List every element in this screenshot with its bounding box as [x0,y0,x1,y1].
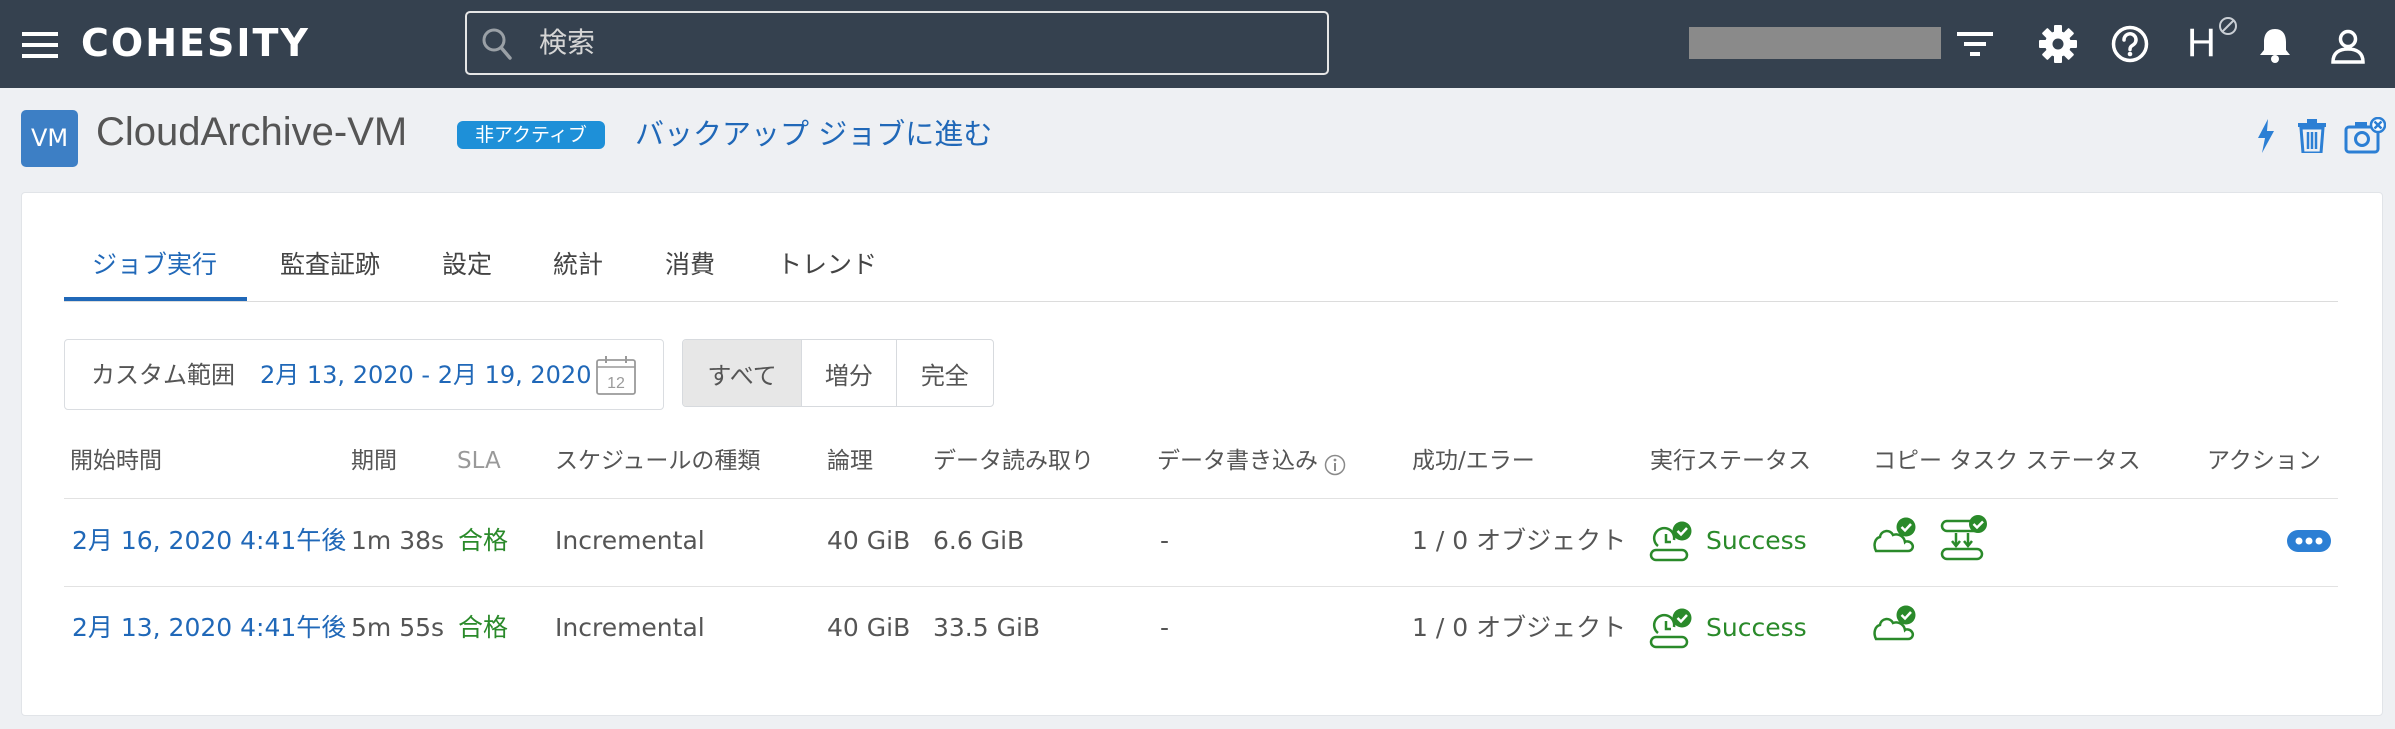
col-header-data-read[interactable]: データ読み取り [933,446,1094,476]
col-header-sla[interactable]: SLA [457,446,501,476]
col-header-success-errors[interactable]: 成功/エラー [1412,446,1535,476]
search-icon [482,28,512,60]
segment-full[interactable]: 完全 [897,340,993,406]
segment-incremental[interactable]: 増分 [802,340,897,406]
date-range-label: カスタム範囲 [91,361,235,389]
search-placeholder: 検索 [539,26,596,59]
backup-type-segmented-control: すべて 増分 完全 [682,339,994,407]
col-header-data-written[interactable]: データ書き込み [1157,446,1318,476]
row-logical: 40 GiB [827,526,911,555]
row-sla: 合格 [458,526,509,555]
filter-icon[interactable] [1957,30,1993,58]
help-icon[interactable] [2111,25,2149,63]
cohesity-logo[interactable]: COHESITY [81,20,310,66]
backup-success-icon [1649,608,1692,649]
lightning-icon[interactable] [2256,119,2276,153]
row-divider [64,586,2338,587]
col-header-logical[interactable]: 論理 [827,446,873,476]
search-input[interactable]: 検索 [465,11,1329,75]
tab-settings[interactable]: 設定 [442,249,492,281]
row-sla: 合格 [458,613,509,642]
row-duration: 1m 38s [351,526,445,555]
col-header-duration[interactable]: 期間 [351,446,397,476]
cloud-success-icon[interactable] [1872,515,1918,555]
row-success-errors: 1 / 0 オブジェクト [1412,613,1627,642]
trash-icon[interactable] [2298,119,2326,153]
row-data-read: 33.5 GiB [933,613,1041,642]
row-start-time-link[interactable]: 2月 13, 2020 4:41午後 [72,612,346,644]
page-title: CloudArchive-VM [96,110,408,154]
user-initial[interactable]: H [2187,20,2216,66]
info-icon[interactable] [1324,454,1346,476]
gear-icon[interactable] [2038,24,2078,64]
calendar-icon[interactable]: 12 [595,354,637,396]
status-badge: 非アクティブ [457,121,605,149]
row-success-errors: 1 / 0 オブジェクト [1412,526,1627,555]
tab-statistics[interactable]: 統計 [553,249,603,281]
row-run-status: Success [1706,613,1807,642]
cloud-success-icon[interactable] [1872,603,1918,643]
tab-job-runs[interactable]: ジョブ実行 [92,249,217,281]
tabs-divider [64,301,2338,302]
segment-all[interactable]: すべて [683,340,803,406]
more-icon[interactable] [2287,530,2331,552]
col-header-run-status[interactable]: 実行ステータス [1650,446,1811,476]
vm-avatar: VM [21,110,78,167]
tab-trends[interactable]: トレンド [777,249,877,281]
backup-success-icon [1649,521,1692,562]
camera-icon[interactable] [2344,117,2386,155]
row-data-read: 6.6 GiB [933,526,1025,555]
col-header-actions: アクション [2207,448,2321,474]
tab-audit-trail[interactable]: 監査証跡 [280,249,380,281]
row-schedule-type: Incremental [555,526,705,555]
row-schedule-type: Incremental [555,613,705,642]
col-header-start-time[interactable]: 開始時間 [70,446,162,476]
row-duration: 5m 55s [351,613,445,642]
replication-icon[interactable] [1938,515,1988,563]
masked-cluster-name [1689,27,1941,59]
goto-backup-job-link[interactable]: バックアップ ジョブに進む [635,114,992,154]
tab-consumption[interactable]: 消費 [665,249,715,281]
calendar-day: 12 [607,375,625,392]
user-icon[interactable] [2330,28,2366,64]
bell-icon[interactable] [2258,26,2292,64]
row-data-written: - [1160,526,1170,555]
col-header-copy-task-status[interactable]: コピー タスク ステータス [1873,446,2141,476]
date-range-value: 2月 13, 2020 - 2月 19, 2020 [260,361,592,389]
row-run-status: Success [1706,526,1807,555]
row-logical: 40 GiB [827,613,911,642]
no-entry-icon [2219,17,2237,35]
menu-icon[interactable] [22,32,58,58]
col-header-schedule-type[interactable]: スケジュールの種類 [555,446,760,476]
row-start-time-link[interactable]: 2月 16, 2020 4:41午後 [72,525,346,557]
date-range-picker[interactable]: カスタム範囲 2月 13, 2020 - 2月 19, 2020 12 [64,339,664,410]
header-divider [64,498,2338,499]
row-data-written: - [1160,613,1170,642]
